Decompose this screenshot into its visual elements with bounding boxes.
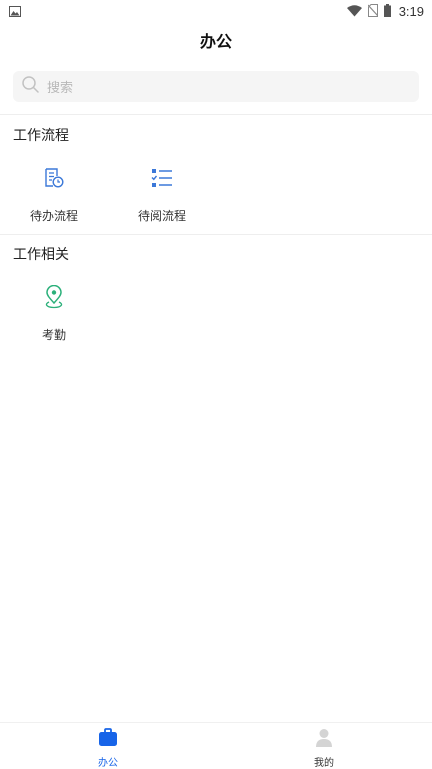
tab-me[interactable]: 我的 (216, 723, 432, 769)
checklist-icon (151, 167, 173, 193)
status-bar: 3:19 (0, 0, 432, 22)
tab-office-label: 办公 (98, 758, 118, 769)
status-time: 3:19 (398, 3, 424, 19)
review-workflow-item[interactable]: 待阅流程 (117, 165, 207, 235)
divider (0, 234, 432, 235)
bottom-tab-bar: 办公 我的 (0, 722, 432, 769)
attendance-label: 考勤 (41, 328, 66, 342)
tab-me-label: 我的 (314, 758, 334, 769)
battery-icon (383, 2, 391, 21)
attendance-item[interactable]: 考勤 (9, 284, 99, 354)
location-pin-icon (43, 284, 65, 313)
user-icon (314, 728, 334, 751)
section-title-workflow: 工作流程 (13, 128, 69, 144)
wifi-icon (346, 2, 362, 21)
section-title-work-related: 工作相关 (13, 247, 69, 263)
pending-document-icon (43, 167, 65, 193)
no-sim-icon (367, 2, 379, 21)
review-workflow-label: 待阅流程 (137, 209, 186, 223)
search-icon (22, 76, 39, 97)
search-placeholder: 搜索 (47, 81, 74, 96)
image-notification-icon (9, 2, 21, 21)
tab-office[interactable]: 办公 (0, 723, 216, 769)
divider (0, 114, 432, 115)
search-input[interactable]: 搜索 (13, 71, 419, 102)
page-title: 办公 (199, 32, 232, 51)
pending-workflow-item[interactable]: 待办流程 (9, 165, 99, 235)
pending-workflow-label: 待办流程 (29, 209, 78, 223)
briefcase-icon (98, 728, 118, 751)
